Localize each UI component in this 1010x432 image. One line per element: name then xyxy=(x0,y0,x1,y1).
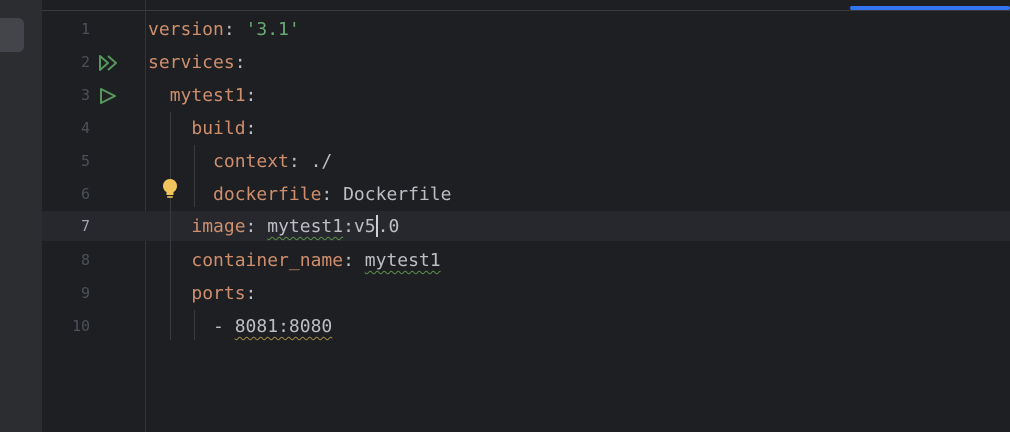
code-line[interactable]: 2 services: xyxy=(42,46,1010,79)
yaml-list-value: 8081:8080 xyxy=(234,316,333,337)
line-number: 4 xyxy=(80,119,90,137)
code-line[interactable]: 6 dockerfile: Dockerfile xyxy=(42,178,1010,211)
code-text: version: '3.1' xyxy=(148,13,300,46)
code-text: services: xyxy=(148,46,246,79)
yaml-key: services xyxy=(148,52,235,73)
line-number: 8 xyxy=(80,251,90,269)
code-line[interactable]: 4 build: xyxy=(42,112,1010,145)
line-number: 6 xyxy=(80,185,90,203)
code-line[interactable]: 3 mytest1: xyxy=(42,79,1010,112)
code-text: dockerfile: Dockerfile xyxy=(148,178,451,211)
line-number: 2 xyxy=(80,53,90,71)
yaml-key: mytest1 xyxy=(169,85,246,106)
code-line[interactable]: 1 version: '3.1' xyxy=(42,13,1010,46)
line-number: 1 xyxy=(80,20,90,38)
line-number: 10 xyxy=(71,317,90,335)
code-text: mytest1: xyxy=(148,79,257,112)
yaml-separator: : xyxy=(343,250,365,271)
yaml-list-dash: - xyxy=(213,316,235,337)
yaml-key: container_name xyxy=(191,250,344,271)
line-number: 3 xyxy=(80,86,90,104)
yaml-separator: : xyxy=(245,216,268,237)
code-text: - 8081:8080 xyxy=(148,310,332,343)
yaml-key: image xyxy=(191,216,246,237)
line-number: 7 xyxy=(80,217,90,235)
code-line[interactable]: 10 - 8081:8080 xyxy=(42,310,1010,343)
yaml-key: build xyxy=(191,118,246,139)
yaml-separator: : xyxy=(245,118,257,139)
run-all-icon[interactable] xyxy=(98,54,120,72)
line-number: 9 xyxy=(80,284,90,302)
progress-indicator xyxy=(850,6,1010,10)
yaml-value: :v5 xyxy=(343,216,376,237)
line-number: 5 xyxy=(80,152,90,170)
code-line-active[interactable]: 7 image: mytest1:v5.0 xyxy=(42,210,1010,243)
yaml-value-typo: mytest1 xyxy=(364,250,441,271)
code-text: build: xyxy=(148,112,256,145)
tool-window-tab[interactable] xyxy=(0,18,24,52)
yaml-separator: : xyxy=(223,19,246,40)
code-text: container_name: mytest1 xyxy=(148,244,441,277)
code-text: ports: xyxy=(148,277,256,310)
yaml-separator: : xyxy=(234,52,246,73)
yaml-separator: : xyxy=(321,184,344,205)
code-editor[interactable]: 1 version: '3.1' 2 services: 3 mytest1: … xyxy=(42,0,1010,432)
yaml-string-value: '3.1' xyxy=(245,19,300,40)
yaml-separator: : xyxy=(245,283,257,304)
editor-top-border xyxy=(42,10,1010,11)
code-line[interactable]: 9 ports: xyxy=(42,277,1010,310)
code-line[interactable]: 5 context: ./ xyxy=(42,145,1010,178)
yaml-value-typo: mytest1 xyxy=(267,216,344,237)
yaml-value: .0 xyxy=(377,216,400,237)
yaml-key: dockerfile xyxy=(213,184,322,205)
tool-window-strip xyxy=(0,0,42,432)
yaml-separator: : xyxy=(288,151,311,172)
ide-window: 1 version: '3.1' 2 services: 3 mytest1: … xyxy=(0,0,1010,432)
run-icon[interactable] xyxy=(98,87,120,105)
yaml-value: Dockerfile xyxy=(343,184,452,205)
yaml-separator: : xyxy=(245,85,257,106)
code-text: context: ./ xyxy=(148,145,332,178)
yaml-key: context xyxy=(213,151,289,172)
code-line[interactable]: 8 container_name: mytest1 xyxy=(42,244,1010,277)
code-text: image: mytest1:v5.0 xyxy=(148,210,399,243)
yaml-key: ports xyxy=(191,283,246,304)
yaml-value: ./ xyxy=(310,151,333,172)
yaml-key: version xyxy=(148,19,224,40)
